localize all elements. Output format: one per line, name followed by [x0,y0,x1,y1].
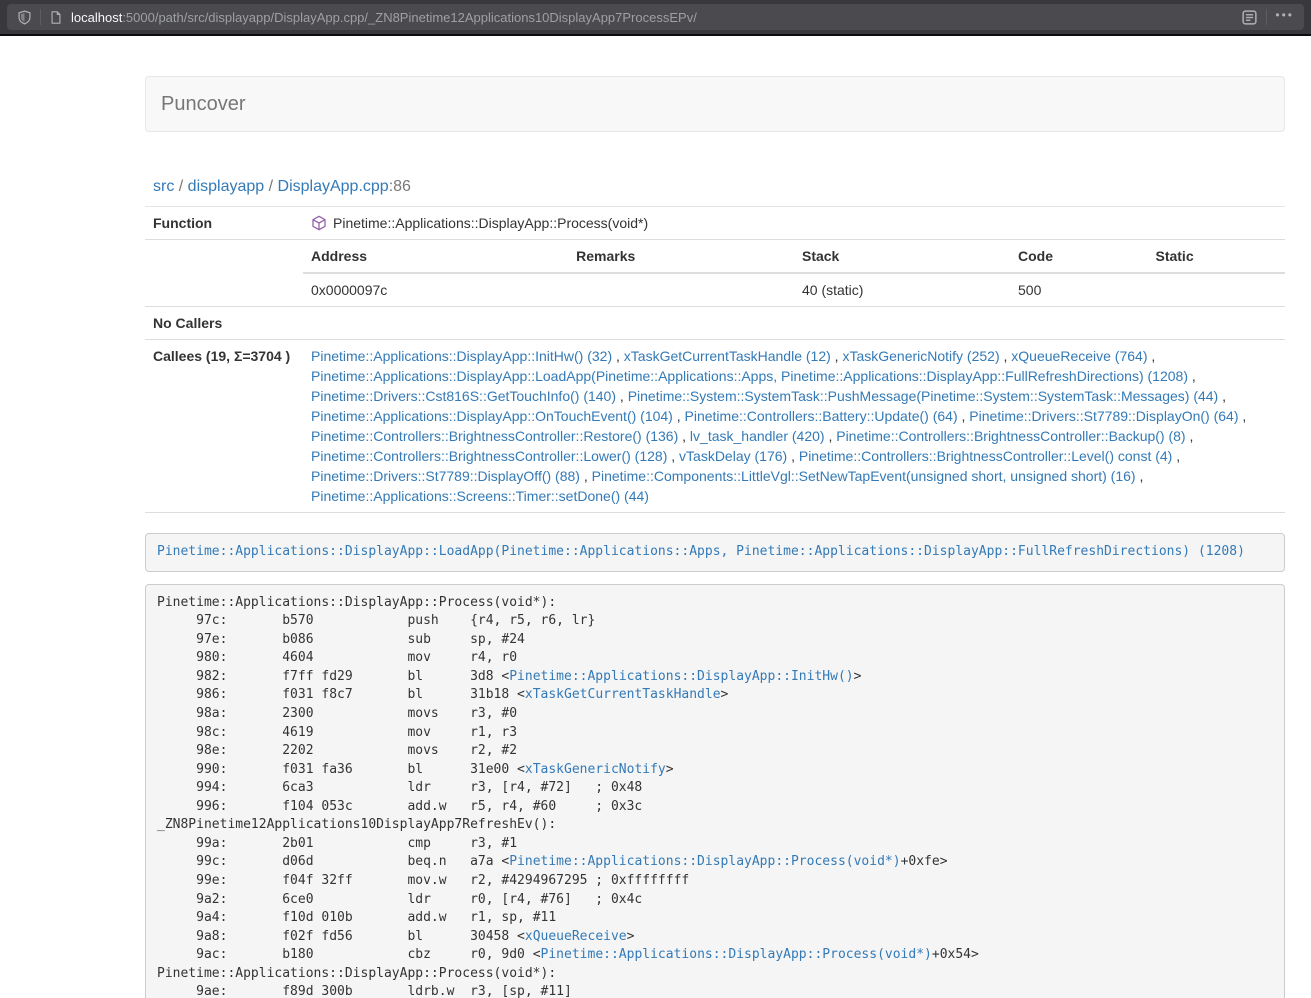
callee-link[interactable]: xTaskGenericNotify (252) [842,348,999,364]
callee-link[interactable]: xTaskGetCurrentTaskHandle (12) [624,348,831,364]
col-code: Code [1010,240,1147,273]
breadcrumb-separator: / [174,178,187,195]
callee-link[interactable]: Pinetime::Drivers::St7789::DisplayOn() (… [969,408,1238,424]
callee-link[interactable]: Pinetime::Applications::DisplayApp::Load… [311,368,1188,384]
breadcrumb-link[interactable]: src [153,178,174,195]
function-name: Pinetime::Applications::DisplayApp::Proc… [333,215,648,231]
breadcrumb: src / displayapp / DisplayApp.cpp:86 [153,176,1285,198]
shield-icon[interactable] [17,10,32,25]
callees-label: Callees (19, Σ=3704 ) [145,340,303,513]
callee-link[interactable]: Pinetime::Controllers::BrightnessControl… [836,428,1185,444]
callee-link[interactable]: lv_task_handler (420) [690,428,825,444]
empty-cell [145,240,303,307]
callee-link[interactable]: Pinetime::Controllers::BrightnessControl… [311,448,667,464]
highlighted-symbol-box: Pinetime::Applications::DisplayApp::Load… [145,533,1285,572]
loadapp-link[interactable]: Pinetime::Applications::DisplayApp::Load… [157,544,1245,559]
col-remarks: Remarks [568,240,794,273]
breadcrumb-link[interactable]: displayapp [188,178,265,195]
breadcrumb-line-number: :86 [389,178,411,195]
callee-link[interactable]: Pinetime::Components::LittleVgl::SetNewT… [592,468,1136,484]
callee-link[interactable]: Pinetime::Applications::DisplayApp::OnTo… [311,408,673,424]
callee-link[interactable]: vTaskDelay (176) [679,448,787,464]
disassembly-block: Pinetime::Applications::DisplayApp::Proc… [145,584,1285,998]
code-symbol-link[interactable]: xTaskGenericNotify [525,762,666,777]
brand-link[interactable]: Puncover [161,93,246,116]
address-value: 0x0000097c [303,273,568,306]
function-name-cell: Pinetime::Applications::DisplayApp::Proc… [303,207,1285,240]
col-static: Static [1147,240,1285,273]
symbol-table: Function Pinetime::Applications::Display… [145,207,1285,513]
callee-link[interactable]: Pinetime::Applications::Screens::Timer::… [311,488,649,504]
code-size-value: 500 [1010,273,1147,306]
detail-header-row: Address Remarks Stack Code Static [303,240,1285,273]
static-value [1147,273,1285,306]
page-actions-menu-icon[interactable]: ••• [1275,9,1294,25]
urlbar-divider-right [1266,9,1267,25]
callee-link[interactable]: Pinetime::Controllers::BrightnessControl… [799,448,1172,464]
main-container: Puncover src / displayapp / DisplayApp.c… [145,36,1285,998]
code-symbol-link[interactable]: Pinetime::Applications::DisplayApp::Init… [509,669,853,684]
urlbar-divider [40,9,41,25]
callee-link[interactable]: xQueueReceive (764) [1011,348,1147,364]
page-info-icon[interactable] [49,10,63,25]
breadcrumb-separator: / [264,178,277,195]
breadcrumb-link[interactable]: DisplayApp.cpp [278,178,389,195]
col-address: Address [303,240,568,273]
callee-link[interactable]: Pinetime::Applications::DisplayApp::Init… [311,348,612,364]
remarks-value [568,273,794,306]
callee-link[interactable]: Pinetime::Controllers::Battery::Update()… [685,408,958,424]
url-text[interactable]: localhost:5000/path/src/displayapp/Displ… [71,10,1233,25]
detail-table-cell: Address Remarks Stack Code Static 0x0000… [303,240,1285,307]
url-path: :5000/path/src/displayapp/DisplayApp.cpp… [122,10,697,25]
code-symbol-link[interactable]: xQueueReceive [525,929,627,944]
stack-value: 40 (static) [794,273,1010,306]
url-host: localhost [71,10,122,25]
callee-link[interactable]: Pinetime::System::SystemTask::PushMessag… [628,388,1219,404]
col-stack: Stack [794,240,1010,273]
detail-row-wrapper: Address Remarks Stack Code Static 0x0000… [145,240,1285,307]
callees-list: Pinetime::Applications::DisplayApp::Init… [303,340,1285,513]
callee-link[interactable]: Pinetime::Controllers::BrightnessControl… [311,428,678,444]
code-symbol-link[interactable]: Pinetime::Applications::DisplayApp::Proc… [541,947,932,962]
detail-value-row: 0x0000097c 40 (static) 500 [303,273,1285,306]
code-symbol-link[interactable]: xTaskGetCurrentTaskHandle [525,687,721,702]
symbol-cube-icon [311,215,327,231]
url-bar[interactable]: localhost:5000/path/src/displayapp/Displ… [7,4,1304,30]
browser-toolbar: localhost:5000/path/src/displayapp/Displ… [0,0,1311,36]
reader-mode-icon[interactable] [1241,9,1258,26]
navbar: Puncover [145,76,1285,132]
callee-link[interactable]: Pinetime::Drivers::St7789::DisplayOff() … [311,468,580,484]
callees-row: Callees (19, Σ=3704 ) Pinetime::Applicat… [145,340,1285,513]
detail-table: Address Remarks Stack Code Static 0x0000… [303,240,1285,306]
function-label: Function [145,207,303,240]
no-callers-label: No Callers [145,307,303,340]
function-row: Function Pinetime::Applications::Display… [145,207,1285,240]
no-callers-row: No Callers [145,307,1285,340]
callee-link[interactable]: Pinetime::Drivers::Cst816S::GetTouchInfo… [311,388,616,404]
page-content: Puncover src / displayapp / DisplayApp.c… [0,36,1311,998]
no-callers-cell [303,307,1285,340]
code-symbol-link[interactable]: Pinetime::Applications::DisplayApp::Proc… [509,854,900,869]
